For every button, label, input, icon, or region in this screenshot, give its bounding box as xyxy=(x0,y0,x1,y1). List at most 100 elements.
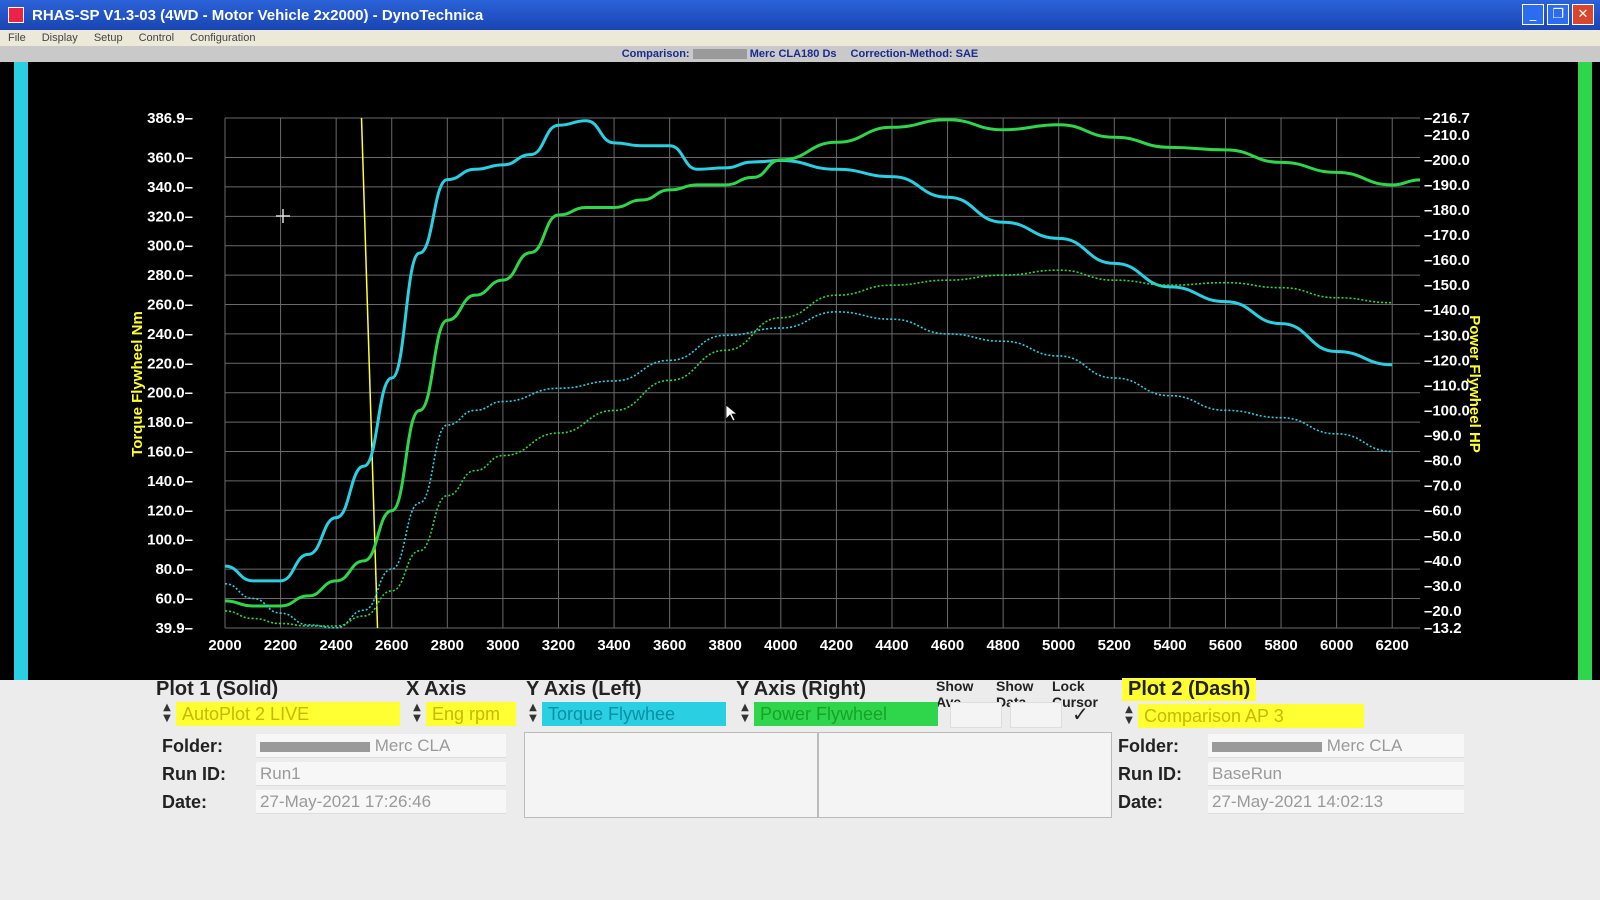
x-tick-label: 5200 xyxy=(1098,637,1131,654)
plot1-runid-label: Run ID: xyxy=(162,764,226,784)
x-tick-label: 5800 xyxy=(1264,637,1297,654)
comparison-value: Merc CLA180 Ds xyxy=(749,48,837,60)
x-tick-label: 6000 xyxy=(1320,637,1353,654)
x-axis-select[interactable]: Eng rpm xyxy=(426,702,516,726)
plot2-folder-label: Folder: xyxy=(1118,736,1179,756)
menu-setup[interactable]: Setup xyxy=(86,32,131,44)
plot2-runid-label: Run ID: xyxy=(1118,764,1182,784)
y-right-tick-label: –20.0 xyxy=(1424,603,1462,620)
y-axis-right-label: Power Flywheel HP xyxy=(1466,315,1483,453)
y-right-tick-label: –160.0 xyxy=(1424,252,1470,269)
correction-method: Correction-Method: SAE xyxy=(850,48,979,60)
y-left-tick-label: 160.0– xyxy=(147,443,193,460)
app-icon xyxy=(8,7,24,23)
window-title: RHAS-SP V1.3-03 (4WD - Motor Vehicle 2x2… xyxy=(32,6,484,24)
plot2-runid-value: BaseRun xyxy=(1208,762,1464,786)
show-ave-checkbox[interactable] xyxy=(950,702,1002,728)
notes-box-left xyxy=(524,732,818,818)
crosshair-icon xyxy=(276,209,290,223)
plot1-folder-value: Merc CLA xyxy=(256,734,506,758)
y-right-tick-label: –40.0 xyxy=(1424,553,1462,570)
menu-control[interactable]: Control xyxy=(131,32,182,44)
y-right-tick-label: –100.0 xyxy=(1424,402,1470,419)
y-right-tick-label: –180.0 xyxy=(1424,202,1470,219)
torque-solid-line xyxy=(224,119,1393,583)
comparison-info-bar: Comparison: Merc CLA180 Ds Correction-Me… xyxy=(0,46,1600,62)
x-tick-label: 3400 xyxy=(597,637,630,654)
menu-bar: File Display Setup Control Configuration xyxy=(0,30,1600,46)
y-left-tick-label: 39.9– xyxy=(155,620,193,637)
x-axis-header: X Axis xyxy=(406,678,467,700)
y-left-tick-label: 220.0– xyxy=(147,355,193,372)
x-tick-label: 5400 xyxy=(1153,637,1186,654)
x-tick-label: 2200 xyxy=(264,637,297,654)
x-tick-label: 5000 xyxy=(1042,637,1075,654)
minimize-button[interactable]: _ xyxy=(1522,4,1544,25)
maximize-button[interactable]: ❐ xyxy=(1547,4,1569,25)
y-axis-left-header: Y Axis (Left) xyxy=(526,678,642,700)
plot1-date-label: Date: xyxy=(162,792,208,812)
notes-box-right xyxy=(818,732,1112,818)
redacted-block xyxy=(692,49,747,60)
plot1-runid-value: Run1 xyxy=(256,762,506,786)
x-tick-label: 2400 xyxy=(319,637,352,654)
close-button[interactable]: ✕ xyxy=(1572,4,1594,25)
plot2-select[interactable]: Comparison AP 3 xyxy=(1138,704,1364,728)
redacted-block xyxy=(260,741,370,752)
y-right-tick-label: –60.0 xyxy=(1424,503,1462,520)
x-tick-label: 2600 xyxy=(375,637,408,654)
y-right-tick-label: –50.0 xyxy=(1424,528,1462,545)
plot2-spinner-icon[interactable]: ▲ ▼ xyxy=(1122,704,1136,728)
y-left-tick-label: 300.0– xyxy=(147,238,193,255)
y-right-tick-label: –80.0 xyxy=(1424,453,1462,470)
power-dash-line xyxy=(224,269,1393,627)
y-left-tick-label: 386.9– xyxy=(147,110,193,127)
menu-configuration[interactable]: Configuration xyxy=(182,32,263,44)
y-axis-left-label: Torque Flywheel Nm xyxy=(129,311,146,457)
y-left-tick-label: 120.0– xyxy=(147,502,193,519)
x-axis-spinner-icon[interactable]: ▲ ▼ xyxy=(410,702,424,726)
y-right-tick-label: –120.0 xyxy=(1424,352,1470,369)
x-tick-label: 2800 xyxy=(431,637,464,654)
title-bar: RHAS-SP V1.3-03 (4WD - Motor Vehicle 2x2… xyxy=(0,0,1600,30)
y-axis-right-spinner-icon[interactable]: ▲ ▼ xyxy=(738,702,752,726)
y-axis-right-header: Y Axis (Right) xyxy=(736,678,867,700)
x-tick-label: 3600 xyxy=(653,637,686,654)
plot1-spinner-icon[interactable]: ▲ ▼ xyxy=(160,702,174,726)
y-axis-left-spinner-icon[interactable]: ▲ ▼ xyxy=(526,702,540,726)
x-tick-label: 3200 xyxy=(542,637,575,654)
y-right-tick-label: –190.0 xyxy=(1424,177,1470,194)
y-left-tick-label: 360.0– xyxy=(147,150,193,167)
x-tick-label: 3000 xyxy=(486,637,519,654)
plot2-date-label: Date: xyxy=(1118,792,1164,812)
y-axis-right-select[interactable]: Power Flywheel xyxy=(754,702,938,726)
x-tick-label: 4400 xyxy=(875,637,908,654)
x-tick-label: 3800 xyxy=(709,637,742,654)
chart-svg[interactable]: 2000 2200 2400 2600 2800 3000 3200 3400 3600 3800… xyxy=(0,62,1600,680)
y-right-tick-label: –210.0 xyxy=(1424,127,1470,144)
plot1-folder-label: Folder: xyxy=(162,736,223,756)
mouse-pointer-icon xyxy=(725,404,739,422)
y-left-tick-label: 140.0– xyxy=(147,473,193,490)
y-right-tick-label: –13.2 xyxy=(1424,620,1462,637)
plot1-select[interactable]: AutoPlot 2 LIVE xyxy=(176,702,400,726)
y-right-tick-label: –130.0 xyxy=(1424,327,1470,344)
x-tick-label: 4200 xyxy=(820,637,853,654)
y-right-tick-label: –140.0 xyxy=(1424,302,1470,319)
y-axis-left-select[interactable]: Torque Flywhee xyxy=(542,702,726,726)
dyno-chart[interactable]: 2000 2200 2400 2600 2800 3000 3200 3400 3600 3800… xyxy=(0,62,1600,680)
y-left-tick-label: 240.0– xyxy=(147,326,193,343)
y-left-tick-label: 80.0– xyxy=(155,561,193,578)
y-left-tick-label: 320.0– xyxy=(147,208,193,225)
show-data-checkbox[interactable] xyxy=(1010,702,1062,728)
menu-file[interactable]: File xyxy=(0,32,34,44)
comparison-label: Comparison: xyxy=(621,48,690,60)
x-tick-label: 4800 xyxy=(986,637,1019,654)
plot1-date-value: 27-May-2021 17:26:46 xyxy=(256,790,506,814)
lock-cursor-checkbox[interactable]: ✓ xyxy=(1072,702,1089,726)
plot2-header: Plot 2 (Dash) xyxy=(1122,678,1257,701)
menu-display[interactable]: Display xyxy=(34,32,86,44)
y-right-tick-label: –200.0 xyxy=(1424,152,1470,169)
window-controls: _ ❐ ✕ xyxy=(1522,4,1594,25)
cursor-line xyxy=(360,117,379,629)
